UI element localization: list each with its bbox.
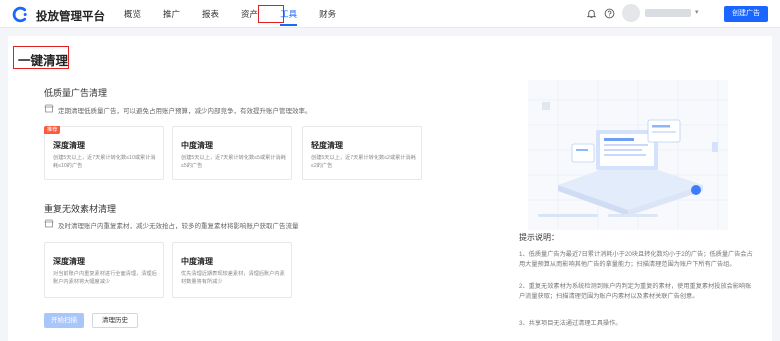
account-name-redacted[interactable] — [645, 9, 691, 17]
low-quality-card-light[interactable]: 轻度清理 创建5天以上，近7天累计转化数≤2或累计消耗≤2的广告 — [302, 126, 422, 180]
logo-icon[interactable] — [12, 6, 29, 23]
chevron-down-icon[interactable]: ▾ — [695, 8, 699, 16]
nav-tools-highlight — [258, 5, 284, 23]
top-header: 投放管理平台 概览 推广 报表 资产 工具 财务 ▾ 创建广告 — [0, 0, 780, 28]
tip-item-1: 1、低质量广告为最近7日累计消耗小于20块且转化数均小于2的广告；低质量广告会占… — [519, 251, 753, 268]
tip-item-3: 3、共享项目无法通过清理工具操作。 — [519, 320, 622, 327]
nav-reports[interactable]: 报表 — [202, 0, 219, 28]
tip-item-2: 2、重复无效素材为系统检测到账户内判定为重复的素材，使用重复素材投放会影响账户流… — [519, 283, 752, 300]
card-desc: 创建5天以上，近7天累计转化数≤10或累计消耗≤10的广告 — [53, 155, 156, 169]
duplicate-card-medium[interactable]: 中度清理 优先清理近期表现较差素材，清理后账户内素材数量将有所减少 — [172, 242, 292, 298]
duplicate-section-desc: 及时清理账户内重复素材，减少无效抢占，较多的重复素材将影响账户获取广告流量 — [58, 223, 299, 230]
nav-finance[interactable]: 财务 — [319, 0, 336, 28]
card-title: 深度清理 — [53, 257, 85, 266]
card-desc: 创建5天以上，近7天累计转化数≤5或累计消耗≤5的广告 — [181, 155, 286, 169]
low-quality-card-medium[interactable]: 中度清理 创建5天以上，近7天累计转化数≤5或累计消耗≤5的广告 — [172, 126, 292, 180]
main-nav: 概览 推广 报表 资产 工具 财务 — [124, 0, 358, 28]
low-quality-card-deep[interactable]: 推荐 深度清理 创建5天以上，近7天累计转化数≤10或累计消耗≤10的广告 — [44, 126, 164, 180]
card-title: 轻度清理 — [311, 141, 343, 150]
cleanup-illustration — [528, 80, 728, 230]
avatar[interactable] — [622, 4, 640, 22]
main-panel: 一键清理 低质量广告清理 定期清理低质量广告，可以避免占用账户预算，减少内部竞争… — [8, 36, 772, 341]
card-title: 深度清理 — [53, 141, 85, 150]
card-desc: 对当前账户内重复素材进行全面清理，清理后账户内素材将大幅度减少 — [53, 271, 157, 285]
nav-overview[interactable]: 概览 — [124, 0, 141, 28]
page-title-highlight — [13, 46, 69, 69]
shop-icon — [44, 104, 54, 113]
card-desc: 优先清理近期表现较差素材，清理后账户内素材数量将有所减少 — [181, 271, 285, 285]
brand-name: 投放管理平台 — [36, 11, 105, 23]
card-title: 中度清理 — [181, 257, 213, 266]
low-quality-section-title: 低质量广告清理 — [44, 88, 108, 98]
card-desc: 创建5天以上，近7天累计转化数≤2或累计消耗≤2的广告 — [311, 155, 416, 169]
start-scan-button[interactable]: 开始扫描 — [44, 313, 84, 328]
duplicate-card-deep[interactable]: 深度清理 对当前账户内重复素材进行全面清理，清理后账户内素材将大幅度减少 — [44, 242, 164, 298]
duplicate-section-title: 重复无效素材清理 — [44, 204, 117, 214]
low-quality-section-desc: 定期清理低质量广告，可以避免占用账户预算，减少内部竞争，有效提升账户管理效率。 — [58, 108, 312, 115]
create-ad-button[interactable]: 创建广告 — [724, 6, 768, 22]
card-title: 中度清理 — [181, 141, 213, 150]
bell-icon[interactable] — [586, 8, 597, 19]
tips-title: 提示说明： — [519, 233, 559, 242]
recommend-badge: 推荐 — [44, 126, 61, 134]
cleanup-history-button[interactable]: 清理历史 — [92, 313, 138, 328]
nav-assets[interactable]: 资产 — [241, 0, 258, 28]
help-icon[interactable] — [604, 8, 615, 19]
nav-promotion[interactable]: 推广 — [163, 0, 180, 28]
shop-icon — [44, 219, 54, 228]
